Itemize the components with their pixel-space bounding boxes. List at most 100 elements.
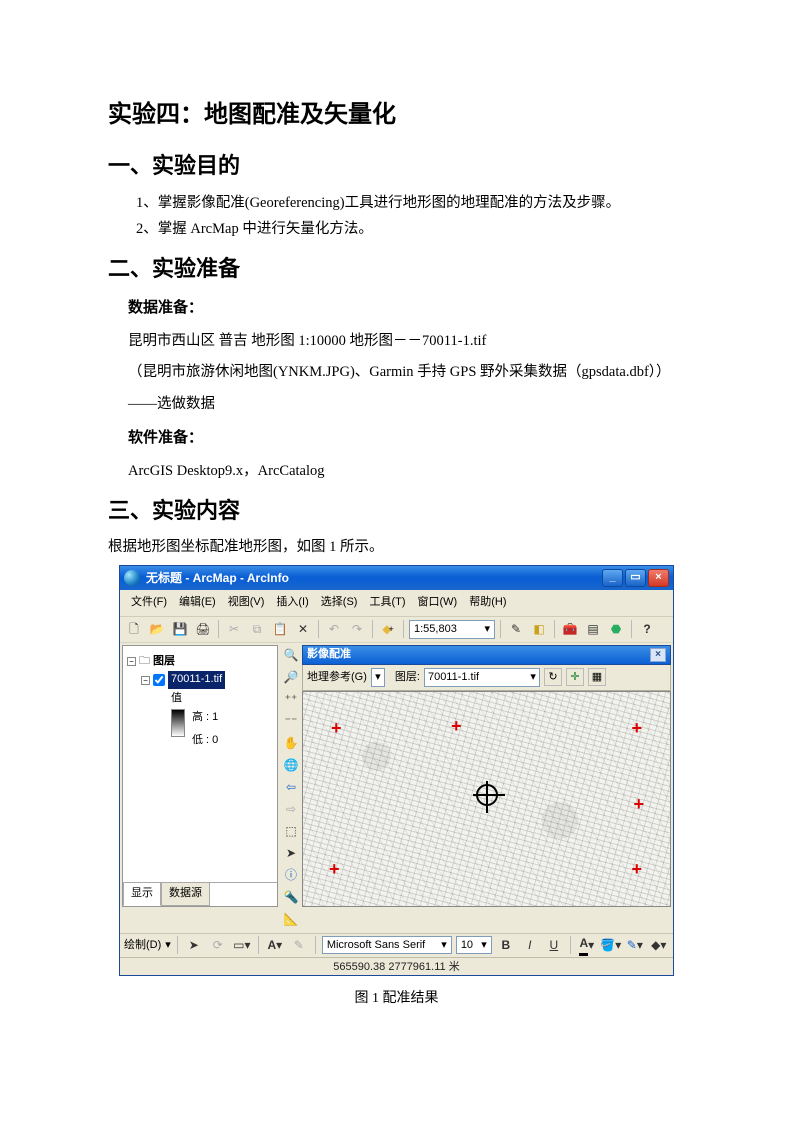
toc-panel: − 🗀 图层 − 70011-1.tif 值 高 : 1 [122,645,278,907]
minimize-button[interactable]: _ [602,569,623,587]
georef-close-icon[interactable]: × [650,648,666,662]
value-label: 值 [171,690,182,708]
bold-icon[interactable]: B [496,935,516,955]
fixed-zoom-in-icon[interactable]: ⁺⁺ [281,690,301,710]
menubar: 文件(F) 编辑(E) 视图(V) 插入(I) 选择(S) 工具(T) 窗口(W… [120,590,673,617]
save-icon[interactable]: 💾 [170,619,190,639]
arccatalog-icon[interactable]: ◧ [529,619,549,639]
find-icon[interactable]: 🔦 [281,888,301,908]
line-color-icon[interactable]: ✎▾ [625,935,645,955]
select-features-icon[interactable]: ⬚ [281,822,301,842]
georef-ref-label: 地理参考(G) [307,669,367,687]
titlebar[interactable]: 无标题 - ArcMap - ArcInfo _ ▭ × [120,566,673,590]
zoom-in-icon[interactable]: 🔍 [281,646,301,666]
next-extent-icon[interactable]: ⇨ [281,800,301,820]
bullet-2: 2、掌握 ArcMap 中进行矢量化方法。 [136,218,685,241]
measure-icon[interactable]: 📐 [281,910,301,930]
font-size-select[interactable]: 10▾ [456,936,492,954]
redo-icon[interactable]: ↷ [347,619,367,639]
content-line: 根据地形图坐标配准地形图，如图 1 所示。 [108,536,685,559]
copy-icon[interactable]: ⧉ [247,619,267,639]
add-data-icon[interactable]: ◆+ [378,619,398,639]
font-value: Microsoft Sans Serif [327,937,425,955]
georef-title: 影像配准 [307,646,351,664]
select-elements-icon[interactable]: ➤ [281,844,301,864]
section-2-heading: 二、实验准备 [108,251,685,286]
menu-help[interactable]: 帮助(H) [464,592,511,614]
paste-icon[interactable]: 📋 [270,619,290,639]
scale-input[interactable]: 1:55,803▾ [409,620,495,639]
add-control-point-icon[interactable]: ✛ [566,668,584,686]
pointer-icon[interactable]: ➤ [184,935,204,955]
marker-color-icon[interactable]: ◆▾ [649,935,669,955]
standard-toolbar: 🗋 📂 💾 🖨 ✂ ⧉ 📋 ✕ ↶ ↷ ◆+ 1:55,803▾ ✎ ◧ 🧰 ▤… [120,617,673,643]
soft-prep-label: 软件准备： [128,426,685,450]
fixed-zoom-out-icon[interactable]: ⁻⁻ [281,712,301,732]
control-point-icon: + [329,855,340,884]
whats-this-icon[interactable]: ? [637,619,657,639]
georeferencing-titlebar[interactable]: 影像配准 × [302,645,671,665]
data-line-1: 昆明市西山区 普吉 地形图 1:10000 地形图－－70011-1.tif [128,330,685,353]
underline-icon[interactable]: U [544,935,564,955]
data-line-2: （昆明市旅游休闲地图(YNKM.JPG)、Garmin 手持 GPS 野外采集数… [128,361,685,384]
rectangle-icon[interactable]: ▭▾ [232,935,252,955]
new-icon[interactable]: 🗋 [124,619,144,639]
identify-icon[interactable]: ⓘ [281,866,301,886]
maximize-button[interactable]: ▭ [625,569,646,587]
font-color-icon[interactable]: A▾ [577,935,597,955]
rotate-tool-icon[interactable]: ⟳ [208,935,228,955]
collapse-icon[interactable]: − [127,657,136,666]
italic-icon[interactable]: I [520,935,540,955]
collapse-layer-icon[interactable]: − [141,676,150,685]
close-button[interactable]: × [648,569,669,587]
arctoolbox-icon[interactable]: 🧰 [560,619,580,639]
georef-menu-dropdown[interactable]: ▾ [371,668,385,687]
layers-icon: 🗀 [139,653,150,671]
draw-label[interactable]: 绘制(D) [124,937,161,955]
print-icon[interactable]: 🖨 [193,619,213,639]
rotate-icon[interactable]: ↻ [544,668,562,686]
low-value: 低 : 0 [192,732,218,750]
control-point-icon: + [631,714,642,743]
menu-tools[interactable]: 工具(T) [364,592,410,614]
model-builder-icon[interactable]: ⬣ [606,619,626,639]
toc-root[interactable]: 图层 [153,653,175,671]
font-select[interactable]: Microsoft Sans Serif▾ [322,936,452,954]
full-extent-icon[interactable]: 🌐 [281,756,301,776]
menu-insert[interactable]: 插入(I) [271,592,313,614]
control-point-icon: + [451,712,462,741]
tab-source[interactable]: 数据源 [161,882,210,906]
window-title: 无标题 - ArcMap - ArcInfo [146,569,602,588]
edit-vertices-icon[interactable]: ✎ [289,935,309,955]
section-3-heading: 三、实验内容 [108,493,685,528]
cut-icon[interactable]: ✂ [224,619,244,639]
layer-name[interactable]: 70011-1.tif [168,671,225,689]
link-table-icon[interactable]: ▦ [588,668,606,686]
delete-icon[interactable]: ✕ [293,619,313,639]
pan-icon[interactable]: ✋ [281,734,301,754]
editor-toolbar-icon[interactable]: ✎ [506,619,526,639]
georef-layer-select[interactable]: 70011-1.tif▾ [424,668,540,687]
high-value: 高 : 1 [192,709,218,727]
coordinates: 565590.38 2777961.11 米 [333,961,459,973]
layer-checkbox[interactable] [153,674,165,686]
map-canvas[interactable]: + + + + + + [302,691,671,907]
open-icon[interactable]: 📂 [147,619,167,639]
arcmap-window: 无标题 - ArcMap - ArcInfo _ ▭ × 文件(F) 编辑(E)… [119,565,674,976]
data-prep-label: 数据准备： [128,296,685,320]
menu-select[interactable]: 选择(S) [316,592,363,614]
zoom-out-icon[interactable]: 🔎 [281,668,301,688]
undo-icon[interactable]: ↶ [324,619,344,639]
menu-view[interactable]: 视图(V) [223,592,270,614]
text-tool-icon[interactable]: A▾ [265,935,285,955]
arcmap-globe-icon [124,570,140,586]
command-line-icon[interactable]: ▤ [583,619,603,639]
menu-edit[interactable]: 编辑(E) [174,592,221,614]
fill-color-icon[interactable]: 🪣▾ [601,935,621,955]
prev-extent-icon[interactable]: ⇦ [281,778,301,798]
menu-window[interactable]: 窗口(W) [413,592,463,614]
tab-display[interactable]: 显示 [123,882,161,906]
georef-layer-value: 70011-1.tif [428,669,479,687]
section-1-heading: 一、实验目的 [108,148,685,183]
menu-file[interactable]: 文件(F) [126,592,172,614]
